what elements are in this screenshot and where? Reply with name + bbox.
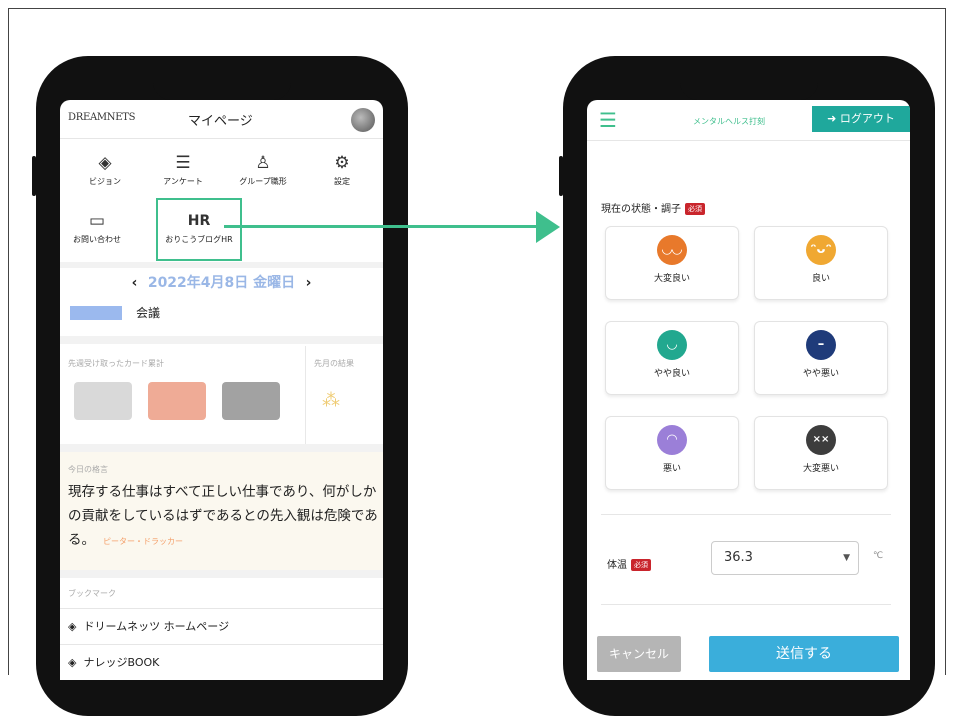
- arrow-head: [536, 211, 560, 243]
- arrow-line: [224, 225, 539, 228]
- next-date-button[interactable]: ›: [306, 275, 312, 291]
- nav-group[interactable]: ♙ グループ職形: [228, 152, 298, 187]
- trophy-icon: ⁂: [322, 390, 340, 411]
- bookmark-heading: ブックマーク: [68, 589, 116, 598]
- mood-option-bad[interactable]: ◠ 悪い: [605, 416, 739, 490]
- happy-face-icon: ᵔᴗᵔ: [806, 235, 836, 265]
- nav-contact[interactable]: ▭ お問い合わせ: [62, 210, 132, 245]
- quote-author: ピーター・ドラッカー: [103, 537, 183, 546]
- card-image: [148, 382, 206, 420]
- compass-icon: ◈: [68, 656, 77, 669]
- current-date: 2022年4月8日 金曜日: [147, 275, 296, 291]
- chevron-down-icon: ▼: [843, 553, 850, 563]
- cancel-button[interactable]: キャンセル: [597, 636, 681, 672]
- temperature-label: 体温 必須: [607, 556, 651, 571]
- compass-icon: ◈: [68, 620, 77, 633]
- card-image: [222, 382, 280, 420]
- mypage-screen: DREAMNETS マイページ ◈ ビジョン ☰ アンケート ♙ グループ職形 …: [60, 100, 383, 680]
- chat-icon: ▭: [88, 211, 106, 231]
- sad-face-icon: ◠: [657, 425, 687, 455]
- highlight-box: [156, 198, 242, 261]
- logout-button[interactable]: ➜ ログアウト: [812, 106, 910, 132]
- logo: DREAMNETS: [68, 112, 136, 123]
- smile-face-icon: ◡: [657, 330, 687, 360]
- card-image: [74, 382, 132, 420]
- nav-survey[interactable]: ☰ アンケート: [148, 152, 218, 187]
- avatar[interactable]: [351, 108, 375, 132]
- page-title: マイページ: [188, 114, 253, 129]
- bookmark-item[interactable]: ◈ ナレッジBOOK: [68, 654, 159, 670]
- nav-vision[interactable]: ◈ ビジョン: [70, 152, 140, 187]
- bookmark-item[interactable]: ◈ ドリームネッツ ホームページ: [68, 618, 229, 634]
- survey-icon: ☰: [175, 153, 191, 173]
- very-happy-face-icon: ◡◡: [657, 235, 687, 265]
- status-label: 現在の状態・調子 必須: [601, 200, 705, 215]
- required-badge: 必須: [685, 203, 705, 215]
- date-navigator: ‹ 2022年4月8日 金曜日 ›: [60, 272, 383, 292]
- top-bar: DREAMNETS マイページ: [60, 100, 383, 139]
- mood-option-fairly-bad[interactable]: – やや悪い: [754, 321, 888, 395]
- nav-settings[interactable]: ⚙ 設定: [307, 152, 377, 187]
- cards-title: 先週受け取ったカード累計: [68, 359, 164, 368]
- compass-icon: ◈: [98, 153, 112, 173]
- quote-text: 現存する仕事はすべて正しい仕事であり、何がしかの貢献をしているはずであるとの先入…: [68, 484, 378, 548]
- temperature-select[interactable]: 36.3 ▼: [711, 541, 859, 575]
- neutral-face-icon: –: [806, 330, 836, 360]
- gear-icon: ⚙: [334, 153, 350, 173]
- quote-heading: 今日の格言: [68, 465, 108, 474]
- mood-option-very-bad[interactable]: ×× 大変悪い: [754, 416, 888, 490]
- header: ☰ メンタルヘルス打刻 ➜ ログアウト: [587, 100, 910, 141]
- schedule-item[interactable]: 会議: [136, 304, 160, 321]
- mood-option-very-good[interactable]: ◡◡ 大変良い: [605, 226, 739, 300]
- required-badge: 必須: [631, 559, 651, 571]
- right-phone: ☰ メンタルヘルス打刻 ➜ ログアウト 現在の状態・調子 必須 ◡◡ 大変良い ᵔ…: [559, 56, 935, 716]
- today-badge: [70, 306, 122, 320]
- mood-option-fairly-good[interactable]: ◡ やや良い: [605, 321, 739, 395]
- dizzy-face-icon: ××: [806, 425, 836, 455]
- hamburger-menu-icon[interactable]: ☰: [599, 108, 617, 132]
- month-title: 先月の結果: [314, 359, 354, 368]
- temperature-unit: ℃: [873, 551, 884, 561]
- logout-icon: ➜: [827, 112, 837, 125]
- header-title: メンタルヘルス打刻: [693, 117, 765, 126]
- submit-button[interactable]: 送信する: [709, 636, 899, 672]
- left-phone: DREAMNETS マイページ ◈ ビジョン ☰ アンケート ♙ グループ職形 …: [32, 56, 408, 716]
- mood-option-good[interactable]: ᵔᴗᵔ 良い: [754, 226, 888, 300]
- prev-date-button[interactable]: ‹: [132, 275, 138, 291]
- group-icon: ♙: [255, 153, 271, 173]
- mental-health-screen: ☰ メンタルヘルス打刻 ➜ ログアウト 現在の状態・調子 必須 ◡◡ 大変良い ᵔ…: [587, 100, 910, 680]
